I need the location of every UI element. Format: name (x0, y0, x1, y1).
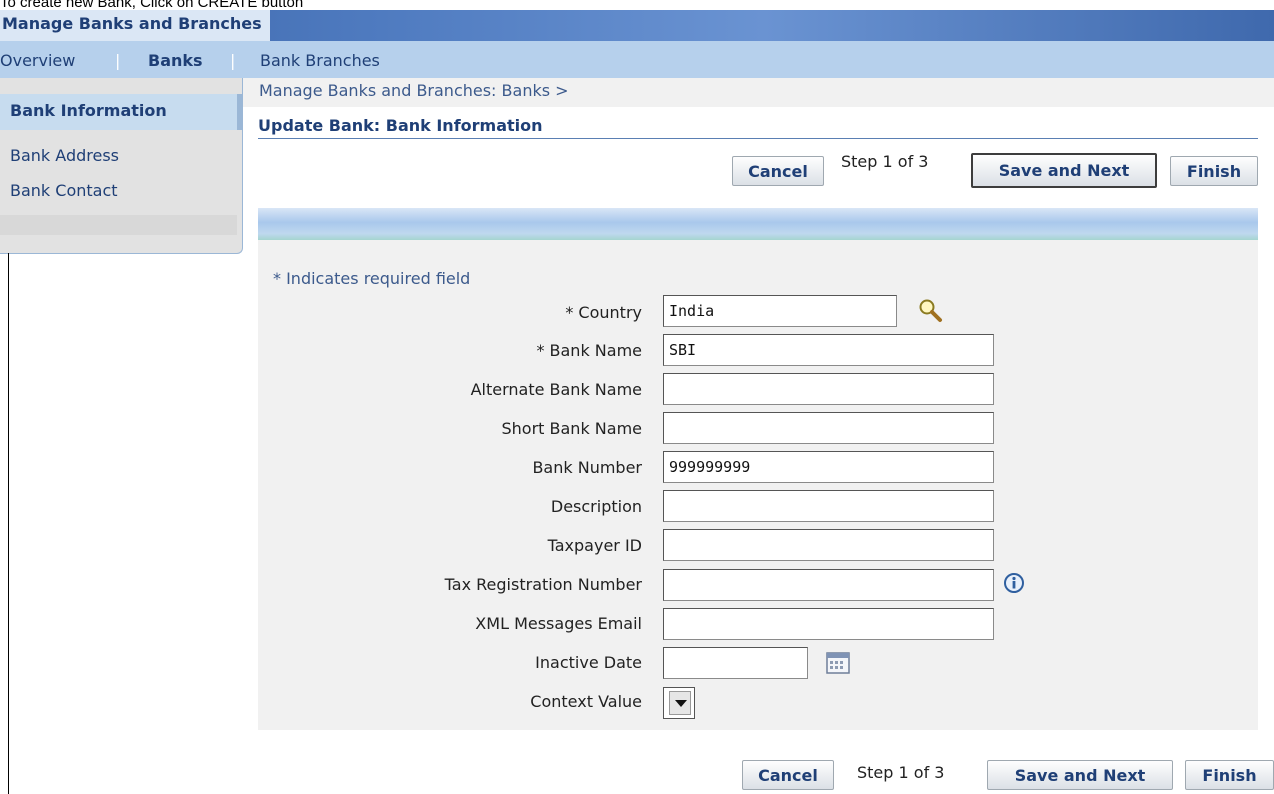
search-icon[interactable] (917, 297, 943, 323)
sidebar: Bank Information Bank Address Bank Conta… (0, 78, 243, 254)
inactive-date-input[interactable] (663, 647, 808, 679)
sidebar-item-bank-information[interactable]: Bank Information (0, 94, 242, 130)
country-label: * Country (565, 303, 642, 322)
info-icon[interactable] (1003, 572, 1025, 594)
alternate-bank-name-input[interactable] (663, 373, 994, 405)
context-value-select[interactable] (663, 687, 695, 719)
short-bank-name-label: Short Bank Name (501, 419, 643, 438)
required-field-note: * Indicates required field (273, 269, 471, 288)
context-value-label: Context Value (530, 692, 642, 711)
tax-registration-number-label: Tax Registration Number (444, 575, 642, 594)
inactive-date-label: Inactive Date (535, 653, 642, 672)
content-header-bar (258, 208, 1258, 240)
taxpayer-id-label: Taxpayer ID (547, 536, 642, 555)
sidebar-item-bank-contact[interactable]: Bank Contact (10, 181, 118, 200)
calendar-icon[interactable] (826, 652, 850, 674)
title-divider (258, 138, 1258, 139)
bank-name-input[interactable]: SBI (663, 334, 994, 366)
breadcrumb-row: Manage Banks and Branches: Banks > (243, 78, 1274, 108)
xml-messages-email-label: XML Messages Email (475, 614, 642, 633)
alternate-bank-name-label: Alternate Bank Name (470, 380, 642, 399)
nav-separator: | (115, 51, 121, 70)
page-title: Update Bank: Bank Information (258, 116, 543, 135)
sidebar-item-bank-address[interactable]: Bank Address (10, 146, 119, 165)
sidebar-divider (0, 215, 237, 235)
bank-number-input[interactable]: 999999999 (663, 451, 994, 483)
nav-overview[interactable]: Overview (0, 51, 75, 70)
nav-separator: | (230, 51, 236, 70)
nav-bank-branches[interactable]: Bank Branches (260, 51, 380, 70)
bank-number-label: Bank Number (532, 458, 642, 477)
taxpayer-id-input[interactable] (663, 529, 994, 561)
finish-button-bottom[interactable]: Finish (1185, 760, 1274, 790)
breadcrumb[interactable]: Manage Banks and Branches: Banks > (259, 81, 569, 100)
description-label: Description (550, 497, 642, 516)
page-border (8, 253, 9, 794)
cancel-button-bottom[interactable]: Cancel (742, 760, 834, 790)
tax-registration-number-input[interactable] (663, 569, 994, 601)
page-heading-tab: Manage Banks and Branches (0, 10, 270, 41)
chevron-down-icon (669, 691, 691, 715)
sidebar-item-label: Bank Information (10, 101, 167, 120)
cancel-button-top[interactable]: Cancel (732, 156, 824, 186)
instruction-caption: To create new Bank, Click on CREATE butt… (0, 0, 304, 11)
step-indicator-bottom: Step 1 of 3 (857, 763, 945, 782)
step-indicator-top: Step 1 of 3 (841, 152, 929, 171)
save-and-next-button-top[interactable]: Save and Next (971, 153, 1157, 188)
nav-bar: Overview | Banks | Bank Branches (0, 41, 1274, 78)
title-bar: Manage Banks and Branches (0, 10, 1274, 41)
short-bank-name-input[interactable] (663, 412, 994, 444)
bank-name-label: * Bank Name (536, 341, 642, 360)
nav-banks[interactable]: Banks (148, 51, 203, 70)
finish-button-top[interactable]: Finish (1170, 156, 1258, 186)
xml-messages-email-input[interactable] (663, 608, 994, 640)
country-input[interactable]: India (663, 295, 897, 327)
save-and-next-button-bottom[interactable]: Save and Next (987, 760, 1173, 790)
description-input[interactable] (663, 490, 994, 522)
